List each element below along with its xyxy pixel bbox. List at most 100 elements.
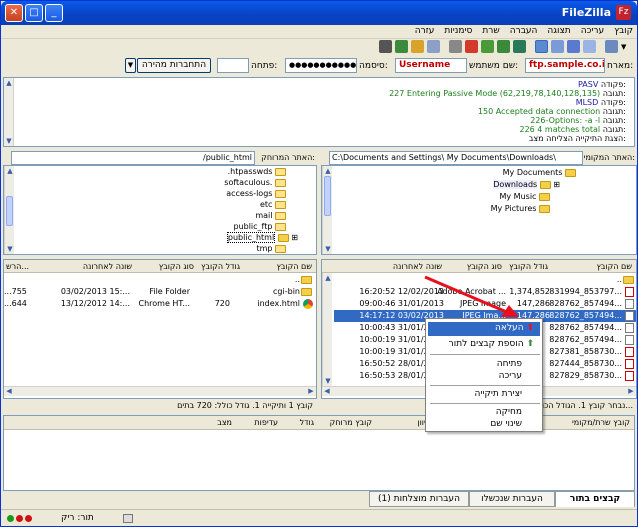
tab-successful-transfers[interactable]: העברות מוצלחות (1)	[369, 491, 469, 507]
column-modified[interactable]: שונה לאחרונה	[83, 262, 132, 271]
queue-icon[interactable]	[449, 40, 462, 53]
toggle-local-tree-icon[interactable]	[551, 40, 564, 53]
remote-path-input[interactable]: /public_html	[11, 151, 255, 165]
remote-status: קובץ 1 ותיקייה 1. גודל כולל: 720 בתים	[3, 399, 317, 413]
host-input[interactable]: ftp.sample.co.il	[525, 58, 605, 73]
tree-node[interactable]: .htpasswds	[228, 167, 286, 177]
quickconnect-dropdown-icon[interactable]: ▼	[125, 58, 136, 73]
password-input[interactable]: ●●●●●●●●●●●●●	[285, 58, 357, 73]
toggle-remote-tree-icon[interactable]	[567, 40, 580, 53]
site-manager-dropdown-icon[interactable]: ▼	[621, 43, 626, 51]
file-row[interactable]: ..	[4, 274, 316, 286]
open-menu-item[interactable]: פתיחה	[497, 359, 522, 369]
tree-node[interactable]: access-logs	[226, 189, 286, 199]
scroll-up-icon[interactable]: ▲	[324, 274, 332, 282]
tree-node[interactable]: mail	[255, 211, 286, 221]
menu-view[interactable]: תצוגה	[547, 26, 570, 36]
tree-node[interactable]: My Music	[500, 192, 550, 202]
scroll-left-icon[interactable]: ◀	[323, 387, 331, 395]
scroll-left-icon[interactable]: ◀	[5, 387, 13, 395]
column-remote-file[interactable]: קובץ מרוחק	[330, 418, 372, 427]
scroll-thumb[interactable]	[324, 176, 331, 216]
close-icon[interactable]: ✕	[5, 4, 23, 22]
message-log: ▲ ▼ PASV פקודה: 227 Entering Passive Mod…	[3, 77, 635, 147]
compare-icon[interactable]	[395, 40, 408, 53]
column-permissions[interactable]: הרש...	[6, 262, 29, 271]
column-server-local-file[interactable]: קובץ שרת/מקומי	[572, 418, 630, 427]
menu-server[interactable]: שרת	[482, 26, 499, 36]
tree-node[interactable]: tmp	[256, 244, 286, 254]
upload-menu-item[interactable]: העלאה ⬆	[495, 323, 534, 333]
expand-icon[interactable]: ⊞	[553, 180, 560, 189]
delete-menu-item[interactable]: מחיקה	[496, 407, 522, 417]
scroll-up-icon[interactable]: ▲	[324, 167, 332, 175]
scroll-right-icon[interactable]: ▶	[627, 387, 635, 395]
add-to-queue-menu-item[interactable]: הוספת קבצים לתור ⬆	[449, 339, 534, 349]
menu-transfer[interactable]: העברה	[510, 26, 538, 36]
cancel-icon[interactable]	[465, 40, 478, 53]
scroll-down-icon[interactable]: ▼	[324, 245, 332, 253]
menu-bookmarks[interactable]: סימניות	[444, 26, 472, 36]
title-bar[interactable]: ✕ □ _ FileZilla Fz	[1, 1, 637, 25]
local-path-input[interactable]: C:\Documents and Settings\ My Documents\…	[329, 151, 583, 165]
file-row[interactable]: index.html 720 Chrome HT... 13/12/2012 14:.…	[4, 298, 316, 310]
column-status[interactable]: מצב	[217, 418, 232, 427]
column-filesize[interactable]: גודל הקובץ	[201, 262, 240, 271]
scroll-right-icon[interactable]: ▶	[307, 387, 315, 395]
rename-menu-item[interactable]: שינוי שם	[490, 419, 522, 429]
remote-file-header: שם הקובץ גודל הקובץ סוג הקובץ שונה לאחרו…	[4, 260, 316, 273]
menu-file[interactable]: קובץ	[614, 26, 633, 36]
menu-edit[interactable]: עריכה	[581, 26, 604, 36]
tree-node[interactable]: My Pictures	[491, 204, 550, 214]
column-filetype[interactable]: סוג הקובץ	[467, 262, 502, 271]
remote-list-hscrollbar[interactable]: ◀ ▶	[4, 386, 316, 396]
scroll-down-icon[interactable]: ▼	[6, 245, 14, 253]
tab-queued-files[interactable]: קבצים בתור	[555, 491, 635, 507]
column-filetype[interactable]: סוג הקובץ	[159, 262, 194, 271]
maximize-icon[interactable]: □	[25, 4, 43, 22]
expand-icon[interactable]: ⊞	[291, 233, 298, 242]
column-filename[interactable]: שם הקובץ	[596, 262, 632, 271]
column-filesize[interactable]: גודל הקובץ	[509, 262, 548, 271]
image-file-icon	[625, 323, 634, 333]
tree-node[interactable]: public_ftp	[233, 222, 286, 232]
column-priority[interactable]: עדיפות	[254, 418, 278, 427]
port-input[interactable]	[217, 58, 249, 73]
column-filename[interactable]: שם הקובץ	[276, 262, 312, 271]
filter-icon[interactable]	[411, 40, 424, 53]
tree-node[interactable]: public_html ⊞	[226, 232, 298, 243]
tree-node[interactable]: softaculous.	[224, 178, 286, 188]
column-modified[interactable]: שונה לאחרונה	[393, 262, 442, 271]
remote-tree-scrollbar[interactable]: ▲ ▼	[4, 166, 14, 254]
tree-node[interactable]: My Documents	[503, 168, 576, 178]
menu-help[interactable]: עזרה	[415, 26, 435, 36]
scroll-thumb[interactable]	[6, 196, 13, 226]
sync-browse-icon[interactable]	[427, 40, 440, 53]
toggle-queue-icon[interactable]	[583, 40, 596, 53]
file-row[interactable]: cgi-bin File Folder 03/02/2013 15:... ...75…	[4, 286, 316, 298]
disconnect-icon[interactable]	[497, 40, 510, 53]
toggle-log-icon[interactable]	[535, 40, 548, 53]
tree-node[interactable]: Downloads ⊞	[493, 180, 560, 190]
minimize-icon[interactable]: _	[45, 4, 63, 22]
tab-failed-transfers[interactable]: העברות שנכשלו	[469, 491, 555, 507]
edit-menu-item[interactable]: עריכה	[499, 371, 522, 381]
quickconnect-button[interactable]: התחברות מהירה	[137, 58, 211, 73]
create-directory-menu-item[interactable]: יצירת תיקייה	[475, 389, 522, 399]
tree-node[interactable]: etc	[260, 200, 286, 210]
scroll-down-icon[interactable]: ▼	[5, 137, 13, 145]
binoculars-icon[interactable]	[379, 40, 392, 53]
refresh-icon[interactable]	[513, 40, 526, 53]
folder-icon	[565, 168, 576, 177]
reconnect-icon[interactable]	[481, 40, 494, 53]
log-scrollbar[interactable]: ▲ ▼	[4, 78, 14, 146]
scroll-up-icon[interactable]: ▲	[6, 167, 14, 175]
column-size[interactable]: גודל	[300, 418, 314, 427]
folder-question-icon	[275, 189, 286, 198]
scroll-down-icon[interactable]: ▼	[324, 377, 332, 385]
scroll-up-icon[interactable]: ▲	[5, 79, 13, 87]
local-list-scrollbar[interactable]: ▲ ▼	[322, 273, 332, 386]
local-tree-scrollbar[interactable]: ▲ ▼	[322, 166, 332, 254]
site-manager-icon[interactable]	[605, 40, 618, 53]
username-input[interactable]: Username	[395, 58, 467, 73]
